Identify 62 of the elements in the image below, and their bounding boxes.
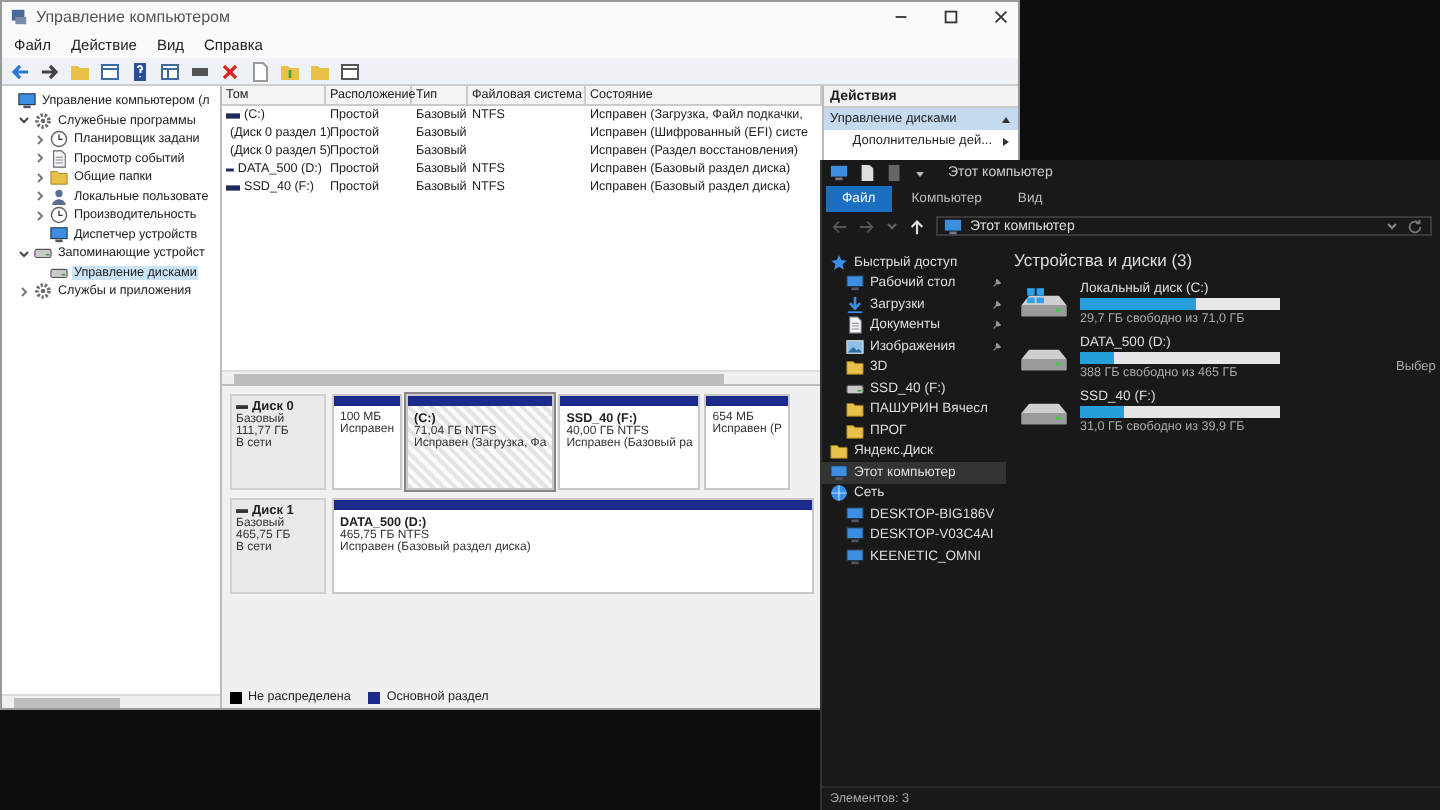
window-title: Управление компьютером (36, 8, 230, 26)
chevron-icon[interactable] (34, 171, 46, 184)
folder-icon[interactable] (280, 61, 300, 81)
network-icon (830, 484, 848, 503)
document-icon[interactable] (858, 164, 876, 182)
document-icon (50, 149, 68, 168)
monitor-icon (846, 526, 864, 545)
chevron-icon[interactable] (18, 285, 30, 298)
caret-icon[interactable] (1386, 220, 1398, 232)
chevron-icon[interactable] (18, 247, 30, 260)
scrollbar[interactable] (2, 694, 220, 708)
monitor-icon (846, 274, 864, 293)
caret-icon[interactable] (914, 167, 926, 179)
image-icon (846, 337, 864, 356)
monitor-icon (944, 217, 962, 235)
pin-icon[interactable] (992, 320, 1002, 331)
app-icon (10, 8, 28, 26)
clock-icon (50, 130, 68, 149)
chevron-icon[interactable] (34, 209, 46, 222)
delete-icon[interactable] (220, 61, 240, 81)
gear-icon (34, 111, 52, 130)
monitor-icon (846, 547, 864, 566)
gear-icon (34, 282, 52, 301)
maximize-icon[interactable] (942, 8, 960, 26)
monitor-icon (830, 164, 848, 182)
monitor-icon (50, 225, 68, 244)
pin-icon[interactable] (992, 278, 1002, 289)
close-icon[interactable] (992, 8, 1010, 26)
back-arrow-icon[interactable] (10, 61, 30, 81)
submenu-arrow-icon (1000, 135, 1012, 147)
chevron-icon[interactable] (34, 152, 46, 165)
document-icon (846, 316, 864, 335)
window-icon[interactable] (160, 61, 180, 81)
chevron-icon[interactable] (34, 190, 46, 203)
pin-icon[interactable] (992, 341, 1002, 352)
volume-icon (226, 165, 234, 173)
section-title: Устройства и диски (3) (1014, 250, 1195, 270)
folder-icon (50, 168, 68, 187)
forward-arrow-icon[interactable] (40, 61, 60, 81)
monitor-icon (18, 92, 36, 111)
help-icon[interactable] (130, 61, 150, 81)
window-icon[interactable] (100, 61, 120, 81)
drive-icon (846, 379, 864, 398)
monitor-icon (846, 505, 864, 524)
drive-icon (50, 263, 68, 282)
clock-icon (50, 206, 68, 225)
refresh-icon[interactable] (1406, 217, 1424, 235)
scrollbar[interactable] (222, 370, 822, 384)
up-arrow-icon[interactable] (908, 217, 926, 235)
window-icon[interactable] (340, 61, 360, 81)
drive-icon (34, 244, 52, 263)
chevron-icon[interactable] (18, 114, 30, 127)
chevron-icon[interactable] (34, 133, 46, 146)
collapse-arrow-icon (1000, 113, 1012, 125)
person-icon (50, 187, 68, 206)
star-icon (830, 253, 848, 272)
folder-icon (846, 358, 864, 377)
pin-icon[interactable] (992, 299, 1002, 310)
square-icon[interactable] (886, 164, 904, 182)
download-icon (846, 295, 864, 314)
volume-icon (226, 111, 240, 119)
monitor-icon (830, 463, 848, 482)
